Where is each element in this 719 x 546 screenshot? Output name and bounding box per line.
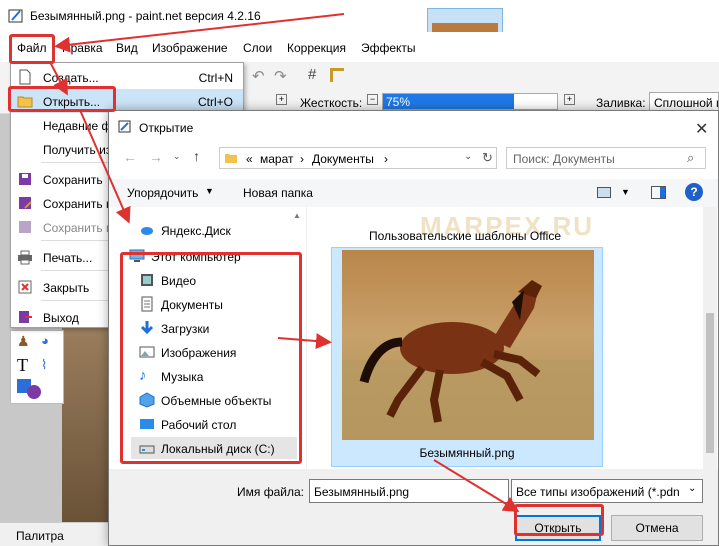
arrow-to-open-button: [433, 459, 520, 513]
arrow-to-open-item: [49, 61, 68, 96]
arrow-to-image: [277, 333, 332, 350]
arrow-to-file-menu: [54, 13, 345, 53]
annotation-arrows: [49, 13, 520, 513]
arrow-to-nav-pane: [79, 109, 131, 224]
